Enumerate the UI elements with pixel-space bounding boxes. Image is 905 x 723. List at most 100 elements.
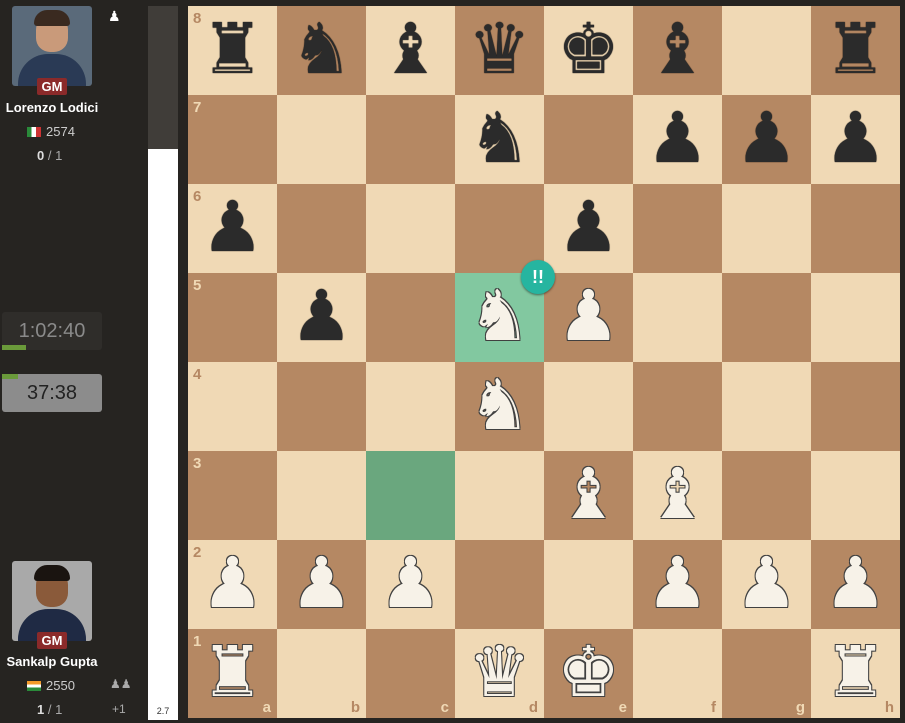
black-king-icon[interactable]: ♚ — [544, 6, 633, 95]
white-pawn-icon[interactable]: ♟ — [188, 540, 277, 629]
square-g2[interactable]: ♟ — [722, 540, 811, 629]
black-bishop-icon[interactable]: ♝ — [633, 6, 722, 95]
bottom-player-name[interactable]: Sankalp Gupta — [0, 654, 107, 669]
square-d2[interactable] — [455, 540, 544, 629]
square-f6[interactable] — [633, 184, 722, 273]
square-g3[interactable] — [722, 451, 811, 540]
square-h7[interactable]: ♟ — [811, 95, 900, 184]
square-g4[interactable] — [722, 362, 811, 451]
black-pawn-icon[interactable]: ♟ — [544, 184, 633, 273]
square-b3[interactable] — [277, 451, 366, 540]
square-h1[interactable]: h ♜ — [811, 629, 900, 718]
square-e6[interactable]: ♟ — [544, 184, 633, 273]
square-b1[interactable]: b — [277, 629, 366, 718]
white-pawn-icon[interactable]: ♟ — [633, 540, 722, 629]
square-c3[interactable] — [366, 451, 455, 540]
black-knight-icon[interactable]: ♞ — [455, 95, 544, 184]
square-h5[interactable] — [811, 273, 900, 362]
square-c5[interactable] — [366, 273, 455, 362]
black-queen-icon[interactable]: ♛ — [455, 6, 544, 95]
square-d4[interactable]: ♞ — [455, 362, 544, 451]
white-bishop-icon[interactable]: ♝ — [544, 451, 633, 540]
white-knight-icon[interactable]: ♞ — [455, 362, 544, 451]
square-a4[interactable]: 4 — [188, 362, 277, 451]
white-rook-icon[interactable]: ♜ — [188, 629, 277, 718]
square-d7[interactable]: ♞ — [455, 95, 544, 184]
square-a6[interactable]: 6 ♟ — [188, 184, 277, 273]
square-h2[interactable]: ♟ — [811, 540, 900, 629]
square-g8[interactable] — [722, 6, 811, 95]
white-rook-icon[interactable]: ♜ — [811, 629, 900, 718]
bottom-player-avatar[interactable] — [12, 561, 92, 641]
square-e3[interactable]: ♝ — [544, 451, 633, 540]
square-a7[interactable]: 7 — [188, 95, 277, 184]
square-h6[interactable] — [811, 184, 900, 273]
square-a2[interactable]: 2 ♟ — [188, 540, 277, 629]
black-rook-icon[interactable]: ♜ — [811, 6, 900, 95]
square-f7[interactable]: ♟ — [633, 95, 722, 184]
square-b4[interactable] — [277, 362, 366, 451]
square-g5[interactable] — [722, 273, 811, 362]
white-pawn-icon[interactable]: ♟ — [366, 540, 455, 629]
white-pawn-icon[interactable]: ♟ — [811, 540, 900, 629]
square-b8[interactable]: ♞ — [277, 6, 366, 95]
square-e4[interactable] — [544, 362, 633, 451]
black-pawn-icon[interactable]: ♟ — [188, 184, 277, 273]
square-f1[interactable]: f — [633, 629, 722, 718]
white-queen-icon[interactable]: ♛ — [455, 629, 544, 718]
square-c2[interactable]: ♟ — [366, 540, 455, 629]
square-c7[interactable] — [366, 95, 455, 184]
top-player-name[interactable]: Lorenzo Lodici — [0, 100, 107, 115]
square-f4[interactable] — [633, 362, 722, 451]
white-pawn-icon[interactable]: ♟ — [544, 273, 633, 362]
square-d3[interactable] — [455, 451, 544, 540]
black-knight-icon[interactable]: ♞ — [277, 6, 366, 95]
square-a3[interactable]: 3 — [188, 451, 277, 540]
bottom-player-rating-value: 2550 — [46, 678, 75, 693]
square-f5[interactable] — [633, 273, 722, 362]
chess-board[interactable]: 8 ♜ ♞ ♝ ♛ ♚ ♝ ♜ 7 ♞ ♟ ♟ ♟ 6 ♟ ♟ 5 ♟ ♞ ♟ 4 ♞ 3 ♝ ♝ 2 ♟ ♟ ♟ ♟ ♟ ♟ 1 a ♜ b c d ♛ e… — [188, 6, 900, 718]
square-b5[interactable]: ♟ — [277, 273, 366, 362]
black-pawn-icon[interactable]: ♟ — [277, 273, 366, 362]
square-g1[interactable]: g — [722, 629, 811, 718]
black-pawn-icon[interactable]: ♟ — [633, 95, 722, 184]
square-f2[interactable]: ♟ — [633, 540, 722, 629]
square-b7[interactable] — [277, 95, 366, 184]
square-e1[interactable]: e ♚ — [544, 629, 633, 718]
square-g7[interactable]: ♟ — [722, 95, 811, 184]
square-e8[interactable]: ♚ — [544, 6, 633, 95]
square-d1[interactable]: d ♛ — [455, 629, 544, 718]
square-h8[interactable]: ♜ — [811, 6, 900, 95]
square-c4[interactable] — [366, 362, 455, 451]
square-b6[interactable] — [277, 184, 366, 273]
white-pawn-icon[interactable]: ♟ — [277, 540, 366, 629]
bottom-player-score: 1 / 1 — [37, 702, 62, 717]
square-f3[interactable]: ♝ — [633, 451, 722, 540]
black-pawn-icon[interactable]: ♟ — [811, 95, 900, 184]
square-a1[interactable]: 1 a ♜ — [188, 629, 277, 718]
black-bishop-icon[interactable]: ♝ — [366, 6, 455, 95]
india-flag-icon — [27, 681, 41, 691]
square-h4[interactable] — [811, 362, 900, 451]
square-g6[interactable] — [722, 184, 811, 273]
square-a5[interactable]: 5 — [188, 273, 277, 362]
square-a8[interactable]: 8 ♜ — [188, 6, 277, 95]
square-e2[interactable] — [544, 540, 633, 629]
white-bishop-icon[interactable]: ♝ — [633, 451, 722, 540]
square-b2[interactable]: ♟ — [277, 540, 366, 629]
square-d6[interactable] — [455, 184, 544, 273]
white-king-icon[interactable]: ♚ — [544, 629, 633, 718]
square-c1[interactable]: c — [366, 629, 455, 718]
square-d8[interactable]: ♛ — [455, 6, 544, 95]
white-pawn-icon[interactable]: ♟ — [722, 540, 811, 629]
square-e5[interactable]: ♟ — [544, 273, 633, 362]
black-rook-icon[interactable]: ♜ — [188, 6, 277, 95]
bottom-clock-progress — [2, 374, 18, 379]
square-f8[interactable]: ♝ — [633, 6, 722, 95]
square-c6[interactable] — [366, 184, 455, 273]
square-c8[interactable]: ♝ — [366, 6, 455, 95]
square-e7[interactable] — [544, 95, 633, 184]
top-player-avatar[interactable] — [12, 6, 92, 86]
black-pawn-icon[interactable]: ♟ — [722, 95, 811, 184]
square-h3[interactable] — [811, 451, 900, 540]
